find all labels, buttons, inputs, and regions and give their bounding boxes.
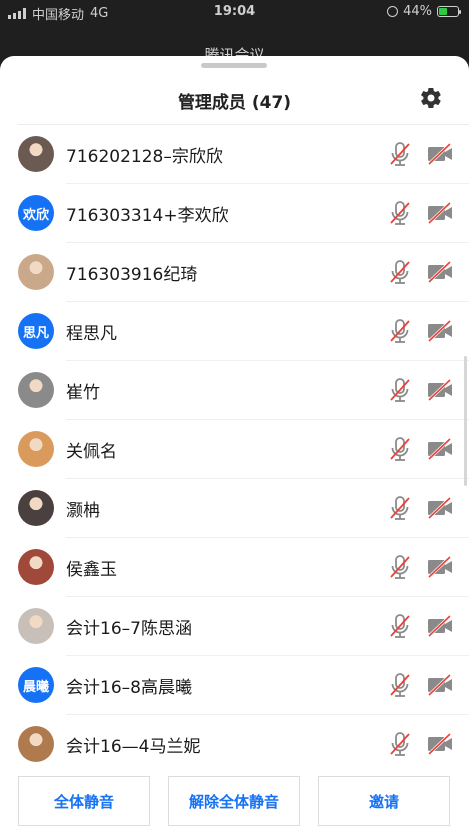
member-name: 会计16—4马兰妮 [66,737,201,757]
mic-muted-icon[interactable] [388,200,412,226]
mic-muted-icon[interactable] [388,436,412,462]
member-name: 716303916纪琦 [66,265,198,285]
camera-off-icon[interactable] [426,379,454,401]
member-avatar: 思凡 [18,313,54,349]
member-row[interactable]: 晨曦 会计16–8高晨曦 [0,656,469,715]
mic-muted-icon[interactable] [388,495,412,521]
member-avatar [18,431,54,467]
member-name: 灏柟 [66,501,100,521]
camera-off-icon[interactable] [426,320,454,342]
camera-off-icon[interactable] [426,261,454,283]
camera-off-icon[interactable] [426,143,454,165]
battery-fill [439,8,447,15]
member-name: 716202128–宗欣欣 [66,147,223,167]
member-avatar [18,254,54,290]
unmute-all-button[interactable]: 解除全体静音 [168,776,300,826]
manage-members-sheet: 管理成员 (47) 716202128–宗欣欣 欢欣 716303314+李欢欣 71… [0,56,469,836]
mic-muted-icon[interactable] [388,613,412,639]
member-avatar [18,549,54,585]
battery-icon [437,6,461,17]
member-avatar [18,608,54,644]
camera-off-icon[interactable] [426,202,454,224]
mic-muted-icon[interactable] [388,141,412,167]
scrollbar[interactable] [464,356,467,486]
member-avatar [18,490,54,526]
camera-off-icon[interactable] [426,438,454,460]
battery-percent: 44% [403,4,432,19]
camera-off-icon[interactable] [426,497,454,519]
mic-muted-icon[interactable] [388,259,412,285]
sheet-header: 管理成员 (47) [0,80,469,124]
member-name: 侯鑫玉 [66,560,117,580]
sheet-grabber[interactable] [201,63,267,68]
camera-off-icon[interactable] [426,733,454,755]
member-name: 会计16–8高晨曦 [66,678,192,698]
footer-actions: 全体静音 解除全体静音 邀请 [0,766,469,836]
member-name: 关佩名 [66,442,117,462]
camera-off-icon[interactable] [426,674,454,696]
camera-off-icon[interactable] [426,556,454,578]
mic-muted-icon[interactable] [388,731,412,757]
sheet-title: 管理成员 (47) [177,93,292,113]
member-name: 崔竹 [66,383,100,403]
member-avatar [18,726,54,762]
member-name: 程思凡 [66,324,117,344]
status-right: 44% [387,4,461,19]
member-row[interactable]: 716303916纪琦 [0,243,469,302]
mic-muted-icon[interactable] [388,672,412,698]
mic-muted-icon[interactable] [388,554,412,580]
member-list[interactable]: 716202128–宗欣欣欢欣 716303314+李欢欣 716303916纪琦思… [0,125,469,765]
mic-muted-icon[interactable] [388,377,412,403]
member-avatar [18,136,54,172]
camera-off-icon[interactable] [426,615,454,637]
member-row[interactable]: 欢欣 716303314+李欢欣 [0,184,469,243]
member-row[interactable]: 侯鑫玉 [0,538,469,597]
member-avatar: 晨曦 [18,667,54,703]
member-row[interactable]: 灏柟 [0,479,469,538]
mute-all-button[interactable]: 全体静音 [18,776,150,826]
member-row[interactable]: 会计16–7陈思涵 [0,597,469,656]
member-row[interactable]: 崔竹 [0,361,469,420]
gear-icon[interactable] [419,86,443,110]
member-row[interactable]: 思凡 程思凡 [0,302,469,361]
member-avatar: 欢欣 [18,195,54,231]
status-bar: 中国移动 4G 19:04 44% [0,0,469,24]
member-row[interactable]: 716202128–宗欣欣 [0,125,469,184]
member-avatar [18,372,54,408]
member-row[interactable]: 会计16—4马兰妮 [0,715,469,765]
rotation-lock-icon [387,6,399,17]
member-name: 会计16–7陈思涵 [66,619,192,639]
member-name: 716303314+李欢欣 [66,206,229,226]
mic-muted-icon[interactable] [388,318,412,344]
invite-button[interactable]: 邀请 [318,776,450,826]
member-row[interactable]: 关佩名 [0,420,469,479]
